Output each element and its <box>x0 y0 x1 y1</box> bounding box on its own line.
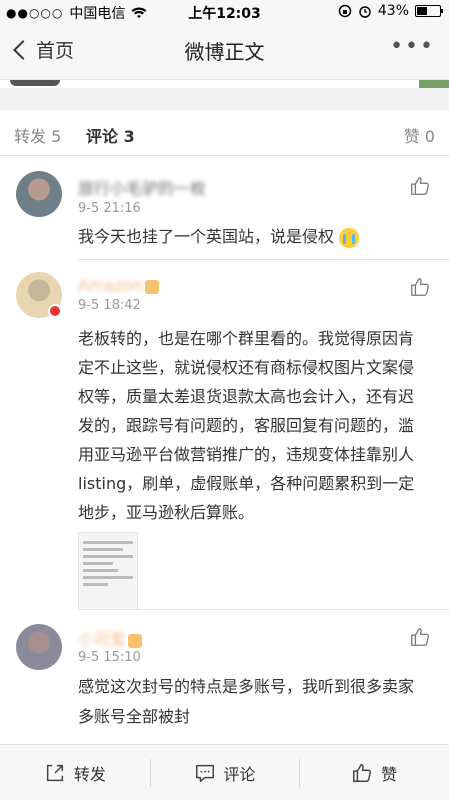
comment-button[interactable]: 评论 <box>149 745 300 800</box>
like-label: 赞 <box>381 764 398 784</box>
comment-item: Amazon 9-5 18:42 老板转的，也是在哪个群里看的。我觉得原因肯定不… <box>0 260 449 624</box>
comment-text: 感觉这次封号的特点是多账号，我听到很多卖家多账号全部被封 <box>78 677 415 726</box>
repost-label: 转发 <box>73 764 106 784</box>
verified-badge-icon <box>48 304 62 318</box>
comment-time: 9-5 18:42 <box>78 298 141 313</box>
section-gap <box>0 88 449 110</box>
tab-comment[interactable]: 评论 3 <box>86 123 135 160</box>
comment-author[interactable]: 旅行小毛驴的一枚 <box>78 175 206 199</box>
lock-rotation-icon <box>338 4 352 18</box>
avatar[interactable] <box>16 624 62 670</box>
bottom-action-bar: 转发 评论 赞 <box>0 744 449 800</box>
more-icon[interactable]: ••• <box>390 34 435 59</box>
comment-item: 小可爱 9-5 15:10 感觉这次封号的特点是多账号，我听到很多卖家多账号全部… <box>0 610 449 740</box>
comment-author[interactable]: 小可爱 <box>78 630 126 649</box>
repost-icon <box>46 764 63 781</box>
vip-icon <box>144 279 159 294</box>
like-icon[interactable] <box>409 175 431 197</box>
like-button[interactable]: 赞 <box>299 745 449 800</box>
crying-emoji-icon <box>339 227 360 248</box>
vip-icon <box>128 633 143 648</box>
avatar[interactable] <box>16 171 62 217</box>
comment-text-body: 我今天也挂了一个英国站，说是侵权 <box>78 227 335 246</box>
image-line <box>83 583 108 586</box>
battery-label: 43% <box>377 3 409 19</box>
status-bar: ●●○○○ 中国电信 上午12:03 43% <box>0 0 449 22</box>
comment-icon <box>195 764 214 782</box>
image-line <box>83 541 133 544</box>
page-title: 微博正文 <box>184 40 265 64</box>
image-line <box>83 548 123 551</box>
image-line <box>83 555 133 558</box>
image-line <box>83 569 118 572</box>
tab-repost[interactable]: 转发 5 <box>14 123 61 147</box>
comment-author-row: Amazon <box>78 276 159 295</box>
comment-text: 我今天也挂了一个英国站，说是侵权 <box>78 223 427 251</box>
comment-item: 旅行小毛驴的一枚 9-5 21:16 我今天也挂了一个英国站，说是侵权 <box>0 157 449 260</box>
post-preview-strip <box>0 80 449 88</box>
image-line <box>83 576 133 579</box>
post-image-right <box>419 80 449 88</box>
thumbs-up-icon <box>353 763 372 782</box>
comment-text: 老板转的，也是在哪个群里看的。我觉得原因肯定不止这些，就说侵权还有商标侵权图片文… <box>78 329 415 522</box>
alarm-icon <box>359 6 371 18</box>
comment-author-row: 小可爱 <box>78 626 143 650</box>
comment-author[interactable]: Amazon <box>78 276 143 295</box>
comment-label: 评论 <box>223 764 256 784</box>
like-icon[interactable] <box>409 276 431 298</box>
like-icon[interactable] <box>409 626 431 648</box>
image-line <box>83 562 113 565</box>
comment-time: 9-5 21:16 <box>78 201 141 216</box>
post-image-left <box>10 80 60 86</box>
nav-bar: 首页 微博正文 ••• <box>0 22 449 80</box>
status-right: 43% <box>338 3 443 19</box>
battery-icon <box>415 5 443 17</box>
comment-time: 9-5 15:10 <box>78 650 141 665</box>
tab-bar: 转发 5 评论 3 赞 0 <box>0 110 449 160</box>
repost-button[interactable]: 转发 <box>0 745 150 800</box>
tab-like[interactable]: 赞 0 <box>404 123 435 147</box>
